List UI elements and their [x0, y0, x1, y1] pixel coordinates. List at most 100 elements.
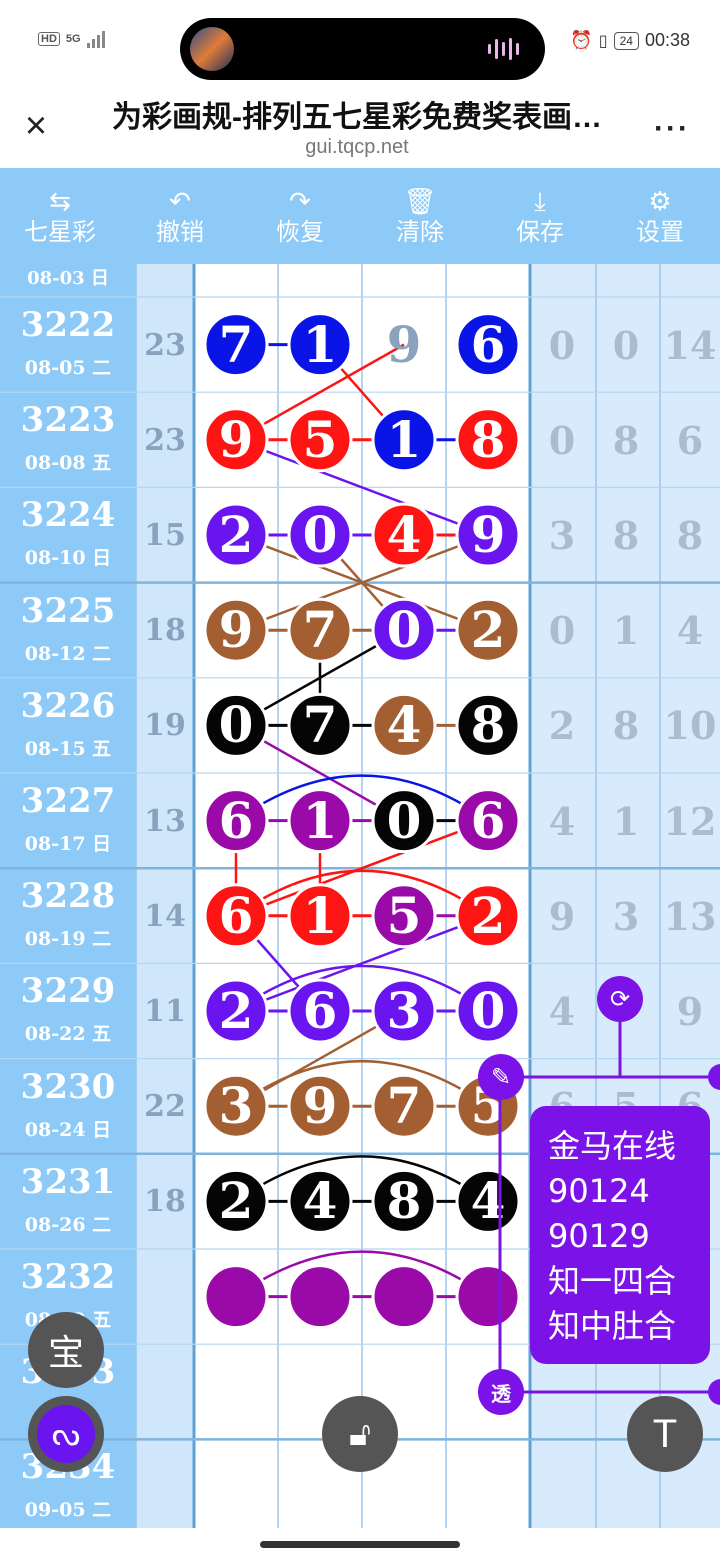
signature-icon: ᔓ: [37, 1405, 95, 1463]
redo-button[interactable]: ↷ 恢复: [240, 168, 360, 264]
scroll-top-button[interactable]: T: [627, 1396, 703, 1472]
close-icon[interactable]: ×: [18, 107, 54, 145]
digit-value: 8: [386, 1171, 422, 1231]
issue-number: 3224: [20, 495, 116, 536]
hd-badge: HD: [38, 32, 60, 46]
stat-value: 9: [548, 893, 576, 939]
digit-value: 8: [470, 409, 506, 469]
battery-icon: 24: [613, 31, 639, 50]
signal-icon: [86, 30, 105, 48]
treasure-button[interactable]: 宝: [28, 1312, 104, 1388]
note-line: 90129: [548, 1217, 650, 1255]
transparent-button[interactable]: 透: [478, 1369, 524, 1415]
digit-value: 4: [470, 1171, 506, 1231]
issue-date: 09-05 二: [24, 1499, 112, 1522]
issue-date: 08-24 日: [24, 1118, 112, 1141]
page-title: 为彩画规-排列五七星彩免费奖表画…: [112, 101, 602, 134]
toolbar-label: 撤销: [156, 219, 204, 246]
sum-value: 11: [144, 994, 186, 1029]
stat-value: 0: [548, 417, 576, 463]
stat-value: 0: [612, 322, 640, 368]
digit-value: 8: [470, 695, 506, 755]
download-icon: ⤓: [534, 186, 546, 216]
sum-value: 15: [144, 518, 186, 553]
stat-value: 1: [612, 798, 640, 844]
status-left: HD 5G: [38, 30, 105, 48]
edit-pencil-button[interactable]: ✎: [478, 1054, 524, 1100]
digit-value: 4: [302, 1171, 338, 1231]
note-line: 知一四合: [548, 1262, 677, 1300]
stat-value: 4: [548, 798, 576, 844]
digit-value: 9: [218, 600, 254, 660]
digit-value: 1: [302, 314, 338, 374]
audio-wave-icon: [488, 38, 519, 60]
clock: 00:38: [644, 30, 690, 50]
save-button[interactable]: ⤓ 保存: [480, 168, 600, 264]
refresh-button[interactable]: ⟳: [597, 976, 643, 1022]
issue-date: 08-15 五: [24, 737, 112, 760]
stat-value: 0: [548, 322, 576, 368]
issue-number: 3232: [20, 1257, 116, 1297]
digit-value: 2: [218, 1171, 254, 1231]
digit-value: 6: [470, 790, 506, 850]
toolbar: ⇆ 七星彩 ↶ 撤销 ↷ 恢复 🗑 清除 ⤓ 保存 ⚙ 设置: [0, 168, 720, 264]
music-avatar: [190, 27, 234, 71]
stat-value: 10: [663, 703, 717, 749]
draw-pen-button[interactable]: ᔓ: [28, 1396, 104, 1472]
gear-icon: ⚙: [648, 186, 672, 216]
issue-date: 08-19 二: [24, 928, 112, 951]
stat-value: 12: [663, 798, 717, 844]
stat-value: 8: [612, 703, 640, 749]
digit-value: 5: [386, 885, 422, 945]
issue-number: 3225: [20, 590, 116, 631]
issue-number: 3223: [20, 400, 116, 441]
digit-value: 4: [386, 505, 422, 564]
undo-button[interactable]: ↶ 撤销: [120, 168, 240, 264]
issue-number: 3228: [20, 876, 116, 917]
digit-value: 6: [218, 885, 254, 945]
sum-value: 13: [144, 803, 186, 839]
sum-value: 14: [144, 898, 186, 934]
digit-value: 2: [470, 600, 506, 660]
note-card[interactable]: 金马在线 90124 90129 知一四合 知中肚合: [530, 1106, 710, 1364]
digit-value: 2: [218, 505, 254, 564]
lock-button[interactable]: 🔓︎: [322, 1396, 398, 1472]
digit-ball: [455, 1264, 521, 1330]
issue-number: 3231: [20, 1161, 116, 1202]
network-label: 5G: [65, 33, 81, 45]
stat-value: 13: [663, 893, 717, 939]
trash-icon: 🗑: [403, 186, 437, 216]
note-line: 金马在线: [548, 1127, 677, 1165]
sum-value: 22: [144, 1089, 186, 1125]
issue-number: 3229: [20, 971, 116, 1012]
sum-value: 18: [144, 1184, 186, 1220]
digit-value: 3: [386, 981, 422, 1040]
toolbar-lottery-switch[interactable]: ⇆ 七星彩: [0, 168, 120, 264]
issue-date: 08-17 日: [24, 833, 112, 855]
alarm-icon: ⏰: [570, 30, 593, 50]
more-menu-icon[interactable]: ···: [654, 112, 690, 146]
digit-value: 6: [470, 314, 506, 374]
digit-ball: [287, 1264, 353, 1330]
stat-value: 6: [676, 417, 704, 463]
digit-value: 9: [302, 1076, 338, 1136]
redo-icon: ↷: [289, 186, 311, 216]
dynamic-island[interactable]: [180, 18, 545, 80]
digit-value: 1: [302, 790, 338, 850]
digit-value: 9: [470, 505, 506, 564]
digit-value: 2: [218, 981, 254, 1040]
issue-number: 3222: [20, 305, 116, 345]
issue-date: 08-10 日: [24, 547, 112, 570]
settings-button[interactable]: ⚙ 设置: [600, 168, 720, 264]
home-indicator[interactable]: [260, 1541, 460, 1548]
stat-value: 8: [612, 513, 640, 558]
digit-value: 9: [218, 409, 254, 469]
toolbar-label: 清除: [396, 219, 444, 246]
digit-value: 6: [302, 981, 338, 1040]
note-line: 知中肚合: [548, 1307, 677, 1345]
clear-button[interactable]: 🗑 清除: [360, 168, 480, 264]
toolbar-label: 设置: [636, 219, 684, 246]
stat-value: 9: [676, 989, 704, 1034]
stat-value: 8: [676, 513, 704, 558]
issue-date: 08-05 二: [24, 357, 112, 379]
